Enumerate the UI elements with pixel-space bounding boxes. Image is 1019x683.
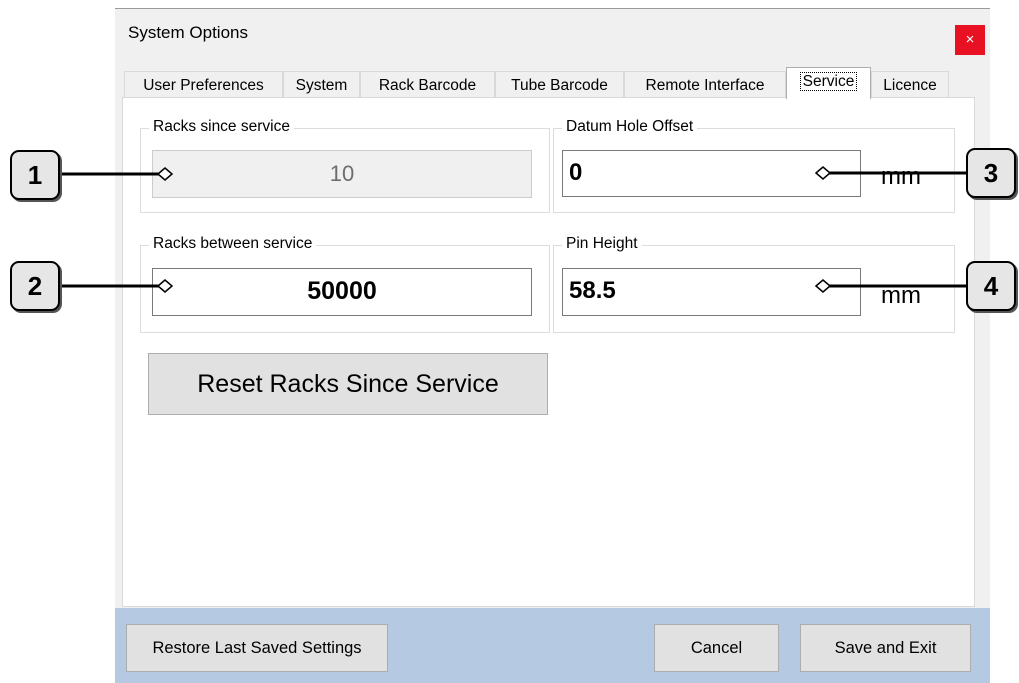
- callout-4: 4: [966, 261, 1016, 311]
- tab-licence[interactable]: Licence: [871, 71, 949, 98]
- tab-tube-barcode[interactable]: Tube Barcode: [495, 71, 624, 98]
- restore-last-saved-settings-button[interactable]: Restore Last Saved Settings: [126, 624, 388, 672]
- racks-between-service-group: Racks between service 50000: [140, 235, 550, 333]
- reset-racks-since-service-button[interactable]: Reset Racks Since Service: [148, 353, 548, 415]
- pin-height-input[interactable]: 58.5: [562, 268, 861, 316]
- tab-system[interactable]: System: [283, 71, 360, 98]
- datum-hole-offset-unit: mm: [881, 163, 921, 190]
- pin-height-unit: mm: [881, 282, 921, 309]
- tab-rack-barcode[interactable]: Rack Barcode: [360, 71, 495, 98]
- tab-service-label: Service: [799, 72, 858, 91]
- close-button[interactable]: ×: [955, 25, 985, 55]
- pin-height-label: Pin Height: [562, 235, 642, 253]
- callout-1: 1: [10, 150, 60, 200]
- window-title: System Options: [128, 23, 248, 42]
- service-tab-panel: Racks since service 10 Datum Hole Offset…: [122, 97, 975, 607]
- callout-3: 3: [966, 148, 1016, 198]
- system-options-dialog: System Options × User Preferences System…: [115, 9, 990, 683]
- callout-2: 2: [10, 261, 60, 311]
- tab-service[interactable]: Service: [786, 67, 871, 99]
- cancel-button[interactable]: Cancel: [654, 624, 779, 672]
- racks-between-service-input[interactable]: 50000: [152, 268, 532, 316]
- tab-user-preferences[interactable]: User Preferences: [124, 71, 283, 98]
- datum-hole-offset-group: Datum Hole Offset 0 mm: [553, 118, 955, 213]
- footer-bar: Restore Last Saved Settings Cancel Save …: [115, 608, 990, 683]
- racks-since-service-group: Racks since service 10: [140, 118, 550, 213]
- datum-hole-offset-input[interactable]: 0: [562, 150, 861, 197]
- racks-since-service-label: Racks since service: [149, 118, 294, 136]
- racks-since-service-field: 10: [152, 150, 532, 198]
- datum-hole-offset-label: Datum Hole Offset: [562, 118, 698, 136]
- save-and-exit-button[interactable]: Save and Exit: [800, 624, 971, 672]
- tab-remote-interface[interactable]: Remote Interface: [624, 71, 786, 98]
- racks-between-service-label: Racks between service: [149, 235, 317, 253]
- pin-height-group: Pin Height 58.5 mm: [553, 235, 955, 333]
